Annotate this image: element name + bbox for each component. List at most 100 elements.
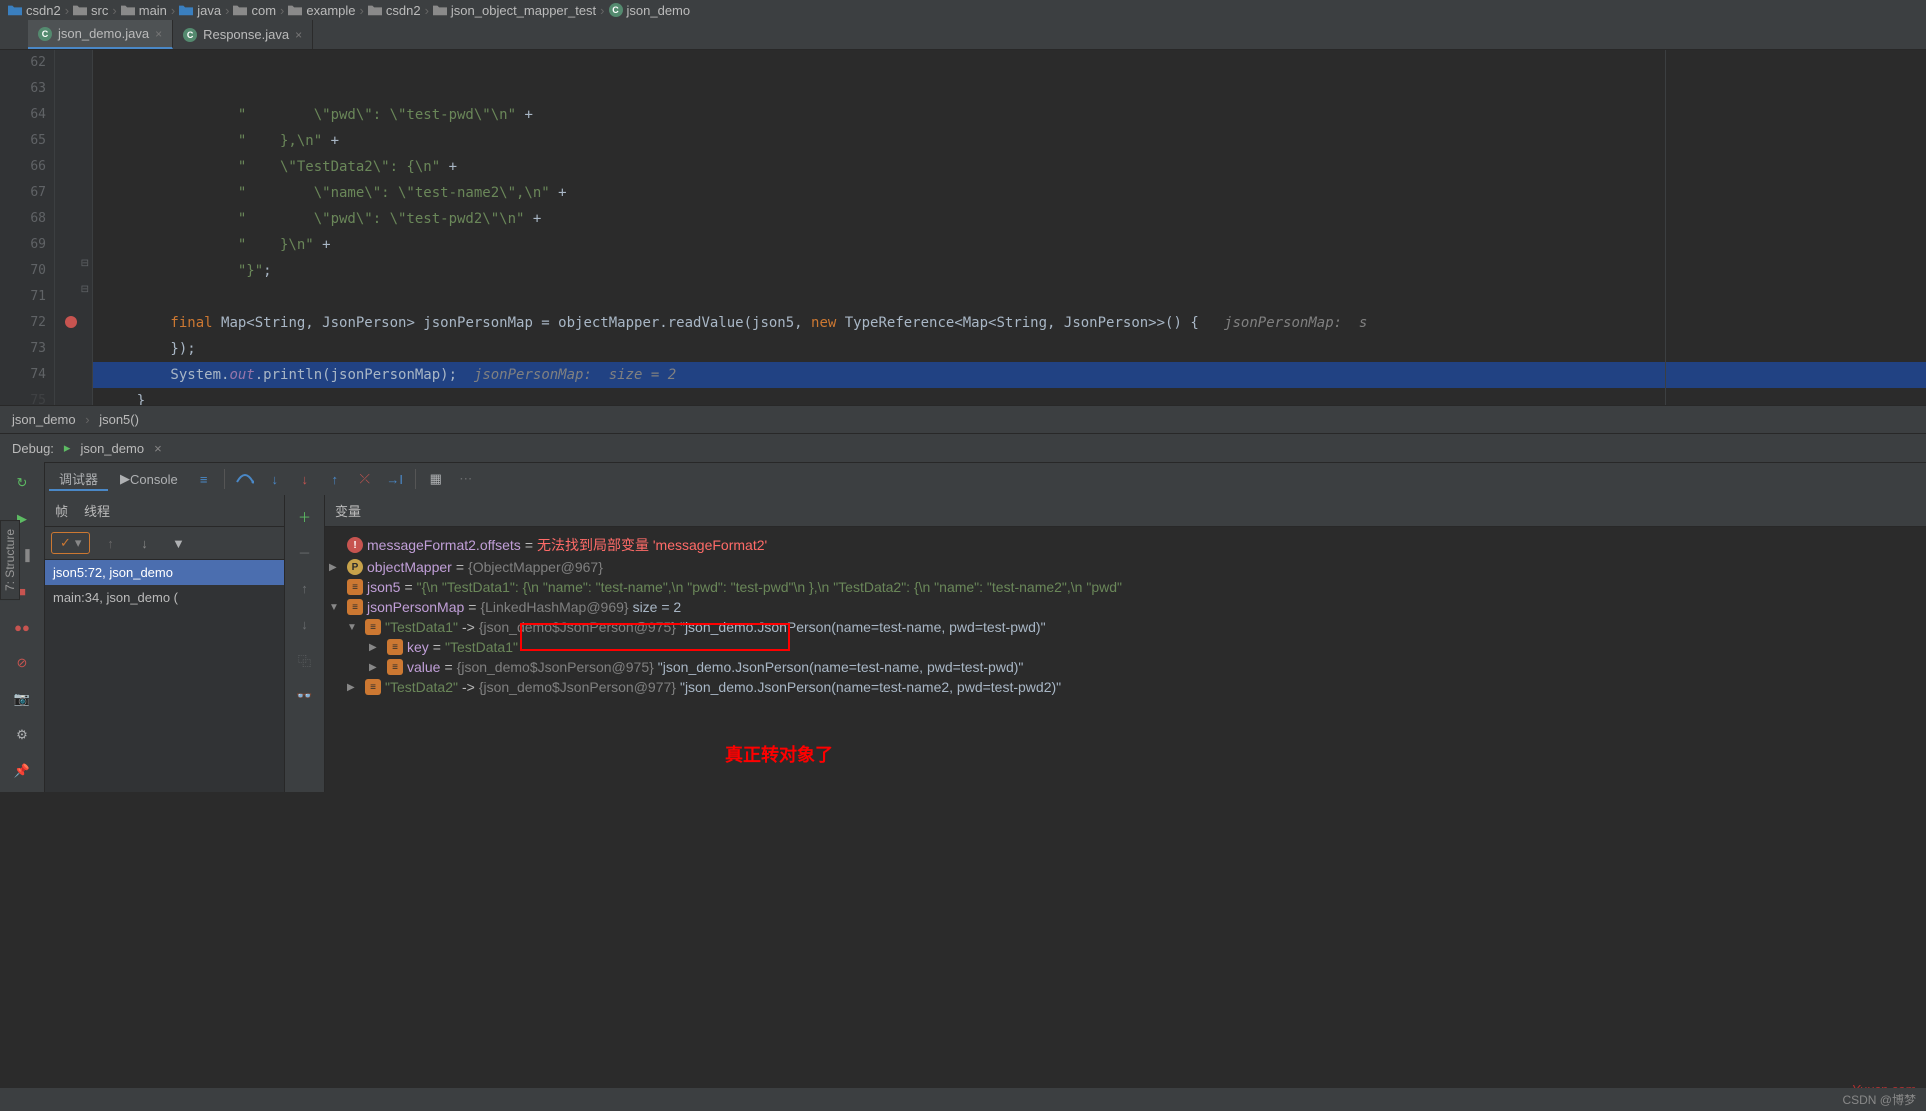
variable-type-icon: ≡ — [365, 619, 381, 635]
variable-type-icon: ≡ — [347, 599, 363, 615]
next-frame-icon[interactable]: ↓ — [130, 531, 158, 555]
variable-name: jsonPersonMap — [367, 599, 464, 615]
breadcrumb-item[interactable]: java — [179, 3, 221, 18]
chevron-icon: › — [360, 3, 364, 18]
drop-frame-button[interactable]: ⤫ — [351, 467, 379, 491]
class-icon: C — [38, 27, 52, 41]
expand-toggle-icon[interactable]: ▶ — [329, 562, 343, 573]
code-line[interactable]: " \"pwd\": \"test-pwd2\"\n" + — [93, 206, 1926, 232]
breadcrumb-label: example — [306, 3, 355, 18]
code-line[interactable]: " }\n" + — [93, 232, 1926, 258]
expand-toggle-icon[interactable]: ▶ — [347, 682, 361, 693]
code-line[interactable] — [93, 284, 1926, 310]
expand-toggle-icon[interactable]: ▼ — [347, 622, 361, 633]
code-line[interactable]: " },\n" + — [93, 128, 1926, 154]
close-icon[interactable]: × — [154, 441, 162, 456]
stack-frame[interactable]: json5:72, json_demo — [45, 560, 284, 585]
code-editor[interactable]: " \"pwd\": \"test-pwd\"\n" + " },\n" + "… — [93, 50, 1926, 405]
code-line[interactable]: " \"name\": \"test-name2\",\n" + — [93, 180, 1926, 206]
add-watch-icon[interactable]: ＋ — [294, 505, 316, 527]
editor-tab[interactable]: CResponse.java× — [173, 20, 313, 49]
gutter-icons[interactable]: ⊟⊟ — [55, 50, 93, 405]
copy-icon: ⿻ — [294, 649, 316, 671]
pin-icon[interactable]: 📌 — [11, 760, 33, 782]
tab-label: Response.java — [203, 27, 289, 42]
breadcrumb-label: json_demo — [627, 3, 691, 18]
debugger-tab[interactable]: 调试器 — [49, 467, 108, 491]
settings-icon[interactable]: ⚙ — [11, 724, 33, 746]
folder-icon — [233, 3, 247, 17]
breadcrumb-label: csdn2 — [26, 3, 61, 18]
expand-toggle-icon[interactable]: ▶ — [369, 662, 383, 673]
code-line[interactable]: "}"; — [93, 258, 1926, 284]
variable-row[interactable]: ▶≡ value = {json_demo$JsonPerson@975} "j… — [329, 657, 1922, 677]
filter-icon[interactable]: ▼ — [164, 531, 192, 555]
code-line[interactable]: System.out.println(jsonPersonMap); jsonP… — [93, 362, 1926, 388]
code-line[interactable]: }); — [93, 336, 1926, 362]
mute-breakpoints-button[interactable]: ⊘ — [11, 652, 33, 674]
variable-value: "TestData1" — [445, 639, 518, 655]
variable-row[interactable]: ≡ json5 = "{\n "TestData1": {\n "name": … — [329, 577, 1922, 597]
crumb-class[interactable]: json_demo — [12, 412, 76, 427]
step-into-button[interactable]: ↓ — [261, 467, 289, 491]
variable-value: {LinkedHashMap@969} — [480, 599, 628, 615]
variable-row[interactable]: ! messageFormat2.offsets = 无法找到局部变量 'mes… — [329, 533, 1922, 557]
thread-selector[interactable]: ✓ ▾ — [51, 532, 90, 554]
variable-type-icon: P — [347, 559, 363, 575]
variable-row[interactable]: ▼≡ jsonPersonMap = {LinkedHashMap@969} s… — [329, 597, 1922, 617]
variable-value: "json_demo.JsonPerson(name=test-name, pw… — [658, 659, 1024, 675]
editor-area[interactable]: 6263646566676869707172737475 ⊟⊟ " \"pwd\… — [0, 50, 1926, 405]
prev-frame-icon[interactable]: ↑ — [96, 531, 124, 555]
variables-toolbar: ＋ － ↑ ↓ ⿻ 👓 — [285, 495, 325, 792]
breadcrumb-item[interactable]: example — [288, 3, 355, 18]
debug-config-name[interactable]: json_demo — [80, 441, 144, 456]
code-line[interactable]: } — [93, 388, 1926, 405]
frames-tab[interactable]: 帧 — [55, 501, 68, 520]
evaluate-expression-button[interactable]: ▦ — [422, 467, 450, 491]
step-over-button[interactable] — [231, 467, 259, 491]
class-icon: C — [609, 3, 623, 17]
chevron-icon: › — [85, 412, 89, 427]
expand-toggle-icon[interactable]: ▶ — [369, 642, 383, 653]
breakpoint-icon[interactable] — [65, 316, 77, 328]
expand-toggle-icon[interactable]: ▼ — [329, 602, 343, 613]
breadcrumb-label: json_object_mapper_test — [451, 3, 596, 18]
console-tab[interactable]: ▶ Console — [110, 467, 188, 491]
variable-row[interactable]: ▶≡ "TestData2" -> {json_demo$JsonPerson@… — [329, 677, 1922, 697]
close-icon[interactable]: × — [295, 28, 302, 42]
variable-name: "TestData1" — [385, 619, 458, 635]
breadcrumb-item[interactable]: src — [73, 3, 108, 18]
chevron-icon: › — [600, 3, 604, 18]
rerun-button[interactable]: ↻ — [11, 472, 33, 494]
run-to-cursor-button[interactable]: →I — [381, 467, 409, 491]
remove-watch-icon: － — [294, 541, 316, 563]
breadcrumb-item[interactable]: csdn2 — [8, 3, 61, 18]
force-step-into-button[interactable]: ↓ — [291, 467, 319, 491]
crumb-method[interactable]: json5() — [99, 412, 139, 427]
variable-row[interactable]: ▶P objectMapper = {ObjectMapper@967} — [329, 557, 1922, 577]
editor-tab[interactable]: Cjson_demo.java× — [28, 20, 173, 49]
view-breakpoints-button[interactable]: ●● — [11, 616, 33, 638]
breadcrumb-item[interactable]: Cjson_demo — [609, 3, 691, 18]
code-line[interactable]: " \"pwd\": \"test-pwd\"\n" + — [93, 102, 1926, 128]
step-out-button[interactable]: ↑ — [321, 467, 349, 491]
breadcrumb-item[interactable]: main — [121, 3, 167, 18]
camera-icon[interactable]: 📷 — [11, 688, 33, 710]
breadcrumb-bar: csdn2›src›main›java›com›example›csdn2›js… — [0, 0, 1926, 20]
folder-icon — [179, 3, 193, 17]
code-line[interactable]: " \"TestData2\": {\n" + — [93, 154, 1926, 180]
structure-tool-window-tab[interactable]: 7: Structure — [0, 520, 20, 600]
code-line[interactable]: final Map<String, JsonPerson> jsonPerson… — [93, 310, 1926, 336]
method-breadcrumb[interactable]: json_demo › json5() — [0, 405, 1926, 433]
line-numbers-gutter: 6263646566676869707172737475 — [0, 50, 55, 405]
breadcrumb-item[interactable]: com — [233, 3, 276, 18]
stack-frame[interactable]: main:34, json_demo ( — [45, 585, 284, 610]
threads-icon[interactable]: ≡ — [190, 467, 218, 491]
breadcrumb-item[interactable]: csdn2 — [368, 3, 421, 18]
folder-icon — [368, 3, 382, 17]
threads-tab[interactable]: 线程 — [84, 501, 110, 520]
breadcrumb-item[interactable]: json_object_mapper_test — [433, 3, 596, 18]
chevron-icon: › — [225, 3, 229, 18]
close-icon[interactable]: × — [155, 27, 162, 41]
glasses-icon[interactable]: 👓 — [294, 685, 316, 707]
